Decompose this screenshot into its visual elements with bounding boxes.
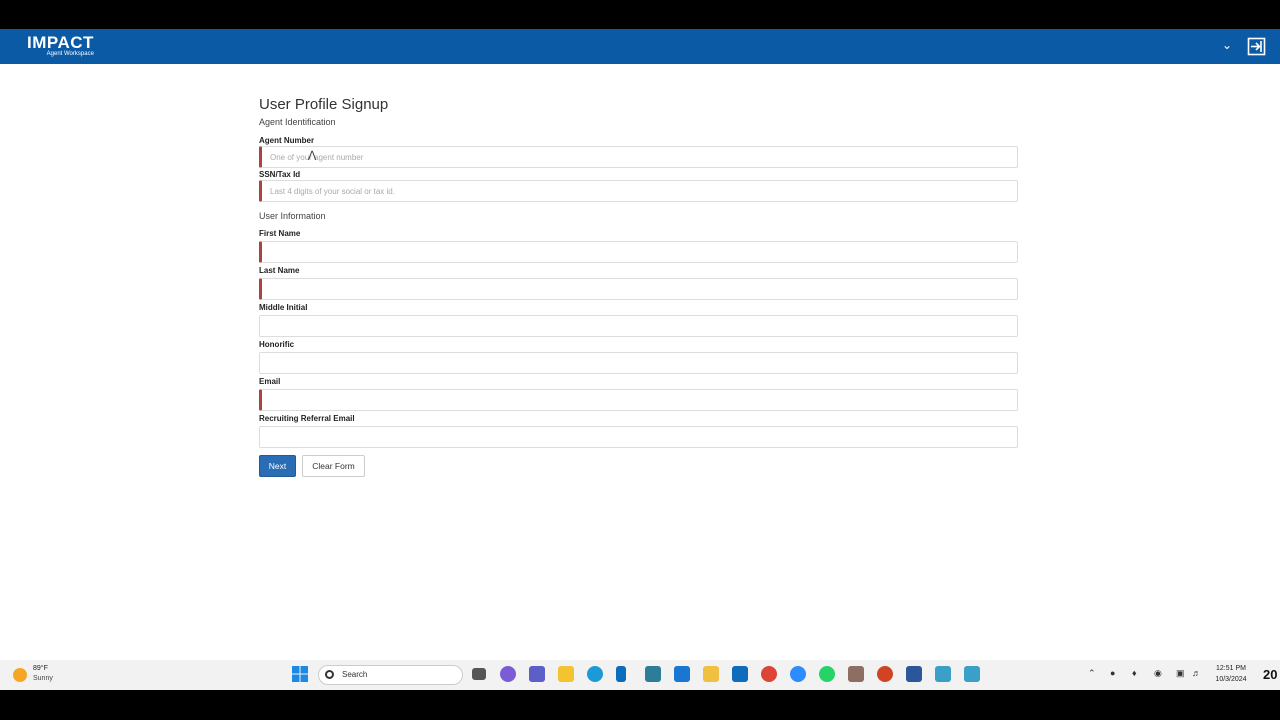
agent-number-input[interactable] — [262, 147, 1017, 168]
section-agent-identification: Agent Identification — [259, 117, 336, 127]
email-field[interactable] — [259, 389, 1018, 411]
chevron-down-icon[interactable]: ⌄ — [1222, 38, 1232, 52]
windows-start-icon[interactable] — [292, 666, 308, 682]
last-name-label: Last Name — [259, 266, 300, 275]
store-icon[interactable] — [703, 666, 719, 682]
signup-form: User Profile Signup Agent Identification… — [259, 96, 1018, 448]
taskbar-search-label: Search — [342, 670, 368, 679]
ssn-field[interactable] — [259, 180, 1018, 202]
first-name-input[interactable] — [262, 242, 1017, 263]
display-icon[interactable]: ▣ — [1176, 668, 1185, 679]
ssn-label: SSN/Tax Id — [259, 170, 301, 179]
honorific-input[interactable] — [260, 353, 1017, 374]
app-icon[interactable] — [935, 666, 951, 682]
clock-time: 12:51 PM — [1216, 665, 1246, 672]
last-name-input[interactable] — [262, 279, 1017, 300]
os-taskbar: 89°F Sunny Search ⌃ ● ♦ ◉ ▣ ♬ 12:51 PM 1… — [0, 660, 1280, 690]
microphone-icon[interactable]: ◉ — [1154, 668, 1162, 679]
weather-temp: 89°F — [33, 665, 48, 672]
first-name-field[interactable] — [259, 241, 1018, 263]
sign-out-icon[interactable] — [1247, 37, 1266, 56]
calculator-icon[interactable] — [645, 666, 661, 682]
clear-form-button[interactable]: Clear Form — [302, 455, 365, 477]
copilot-icon[interactable] — [500, 666, 516, 682]
agent-number-field[interactable] — [259, 146, 1018, 168]
sun-icon — [13, 668, 27, 682]
referral-email-input[interactable] — [260, 427, 1017, 448]
file-explorer-icon[interactable] — [558, 666, 574, 682]
honorific-field[interactable] — [259, 352, 1018, 374]
network-icon[interactable]: ● — [1110, 668, 1115, 678]
middle-initial-label: Middle Initial — [259, 303, 308, 312]
ssn-input[interactable] — [262, 181, 1017, 202]
zoom-icon[interactable] — [790, 666, 806, 682]
archive-icon[interactable] — [848, 666, 864, 682]
first-name-label: First Name — [259, 229, 301, 238]
teams-icon[interactable] — [529, 666, 545, 682]
visual-studio-icon[interactable] — [674, 666, 690, 682]
agent-number-label: Agent Number — [259, 136, 315, 145]
app-icon-2[interactable] — [964, 666, 980, 682]
page-body: User Profile Signup Agent Identification… — [0, 64, 1280, 660]
app-header: IMPACT Agent Workspace ⌄ — [0, 29, 1280, 64]
power-automate-icon[interactable] — [616, 666, 626, 682]
task-view-icon[interactable] — [472, 668, 486, 680]
text-cursor-icon: ⋀ — [308, 150, 317, 161]
brand-name: IMPACT — [27, 33, 94, 52]
honorific-label: Honorific — [259, 340, 295, 349]
referral-email-field[interactable] — [259, 426, 1018, 448]
clock-date: 10/3/2024 — [1215, 676, 1247, 683]
brand-subtitle: Agent Workspace — [46, 51, 94, 57]
volume-icon[interactable]: ♬ — [1192, 668, 1201, 678]
edge-number: 20 — [1263, 667, 1278, 682]
edge-icon[interactable] — [587, 666, 603, 682]
system-clock[interactable]: 12:51 PM 10/3/2024 — [1210, 663, 1252, 685]
outlook-icon[interactable] — [732, 666, 748, 682]
weather-condition: Sunny — [33, 675, 53, 682]
chrome-icon[interactable] — [761, 666, 777, 682]
chevron-up-icon[interactable]: ⌃ — [1088, 668, 1096, 679]
brand-logo[interactable]: IMPACT Agent Workspace — [27, 34, 94, 58]
page-title: User Profile Signup — [259, 96, 389, 113]
taskbar-search[interactable]: Search — [318, 665, 463, 685]
word-icon[interactable] — [906, 666, 922, 682]
middle-initial-input[interactable] — [260, 316, 1017, 337]
email-label: Email — [259, 377, 281, 386]
last-name-field[interactable] — [259, 278, 1018, 300]
screen: IMPACT Agent Workspace ⌄ User Profile Si… — [0, 0, 1280, 720]
email-input[interactable] — [262, 390, 1017, 411]
dropbox-icon[interactable]: ♦ — [1132, 668, 1137, 678]
referral-email-label: Recruiting Referral Email — [259, 414, 355, 423]
whatsapp-icon[interactable] — [819, 666, 835, 682]
section-user-information: User Information — [259, 211, 326, 221]
next-button[interactable]: Next — [259, 455, 296, 477]
powerpoint-icon[interactable] — [877, 666, 893, 682]
search-icon — [325, 670, 334, 679]
middle-initial-field[interactable] — [259, 315, 1018, 337]
